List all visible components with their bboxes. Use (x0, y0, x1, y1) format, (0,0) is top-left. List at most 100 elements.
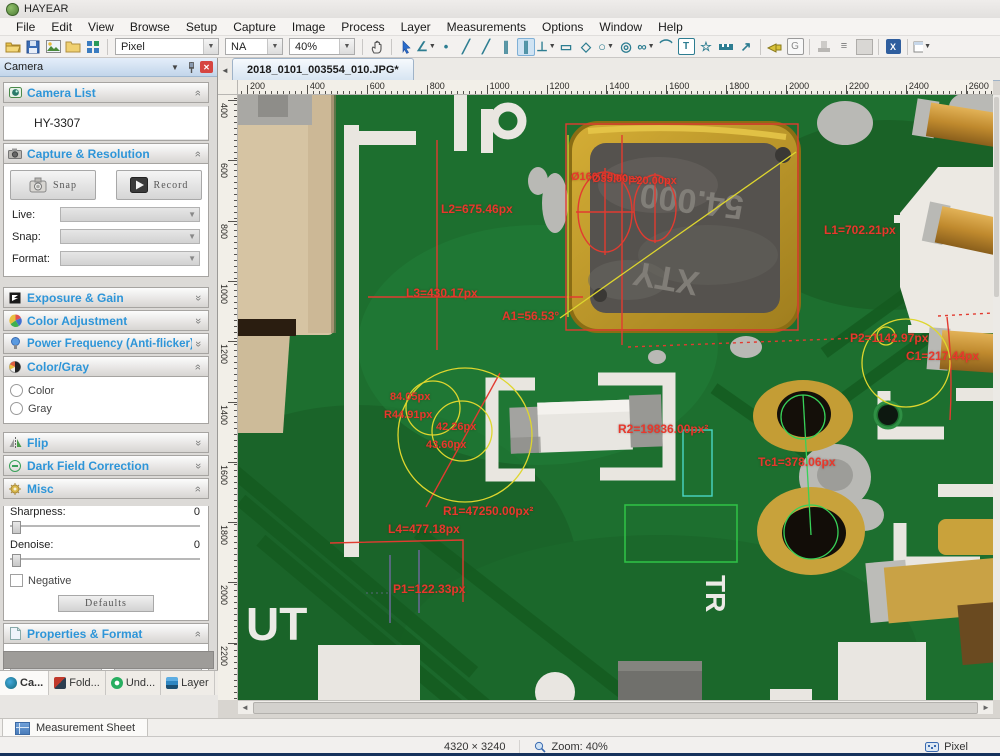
snap-resolution-select[interactable]: ▼ (60, 229, 200, 244)
thumbnail-grid-icon[interactable] (84, 38, 102, 56)
expand-chevron-icon[interactable]: » (192, 338, 204, 350)
expand-chevron-icon[interactable]: » (192, 460, 204, 472)
export-excel-icon[interactable]: X (884, 38, 902, 56)
pan-hand-icon[interactable] (368, 38, 386, 56)
menu-item[interactable]: Options (534, 19, 591, 35)
document-tab[interactable]: 2018_0101_003554_010.JPG* (232, 58, 414, 80)
grid-view-icon[interactable] (855, 38, 873, 56)
denoise-slider-thumb[interactable] (12, 554, 21, 567)
arc-tool-icon[interactable]: ⌒ (657, 38, 675, 56)
negative-checkbox[interactable]: Negative (10, 574, 208, 587)
circle-tool-icon[interactable]: ○▼ (597, 38, 615, 56)
collapse-chevron-icon[interactable]: » (192, 628, 204, 640)
menu-item[interactable]: Browse (122, 19, 178, 35)
section-dark-field[interactable]: Dark Field Correction » (3, 455, 209, 476)
select-tool-icon[interactable] (397, 38, 415, 56)
grid-overlay-icon[interactable]: G (786, 38, 804, 56)
expand-chevron-icon[interactable]: » (192, 315, 204, 327)
new-window-icon[interactable]: ▼ (913, 38, 931, 56)
snap-button[interactable]: Snap (10, 170, 96, 200)
star-tool-icon[interactable]: ☆ (697, 38, 715, 56)
menu-item[interactable]: Layer (393, 19, 439, 35)
section-color-adjustment[interactable]: Color Adjustment » (3, 310, 209, 331)
expand-chevron-icon[interactable]: » (192, 292, 204, 304)
measurement-label[interactable]: L3=430.17px (406, 286, 478, 300)
record-button[interactable]: Record (116, 170, 202, 200)
measurement-label[interactable]: L4=477.18px (388, 522, 460, 536)
expand-chevron-icon[interactable]: » (192, 437, 204, 449)
tab-folders[interactable]: Fold... (49, 671, 106, 695)
measurement-label[interactable]: R44.91px (384, 409, 432, 421)
v-scroll-thumb[interactable] (994, 97, 999, 297)
panel-pin-icon[interactable] (184, 61, 198, 74)
section-capture-resolution[interactable]: Capture & Resolution » (3, 143, 209, 164)
sharpness-slider-thumb[interactable] (12, 521, 21, 534)
measurement-label[interactable]: P1=122.33px (393, 582, 465, 596)
menu-item[interactable]: Process (333, 19, 392, 35)
new-window-caret-icon[interactable]: ▼ (924, 43, 931, 50)
callout-tool-icon[interactable] (766, 38, 784, 56)
scroll-right-icon[interactable]: ► (979, 703, 993, 712)
gray-radio[interactable]: Gray (10, 402, 208, 415)
v-scrollbar[interactable] (993, 95, 1000, 700)
measurement-label[interactable]: =20.00px (630, 175, 677, 187)
tab-undo[interactable]: Und... (106, 671, 161, 695)
arrow-tool-icon[interactable]: ↗ (737, 38, 755, 56)
unit-select[interactable]: Pixel ▼ (115, 38, 219, 55)
menu-item[interactable]: Window (591, 19, 650, 35)
h-scrollbar[interactable]: ◄ ► (238, 700, 993, 714)
menu-item[interactable]: Setup (178, 19, 225, 35)
circle-caret-icon[interactable]: ▼ (607, 43, 614, 50)
live-resolution-select[interactable]: ▼ (60, 207, 200, 222)
magnification-select[interactable]: NA ▼ (225, 38, 283, 55)
section-properties-format[interactable]: Properties & Format » (3, 623, 209, 644)
polygon-tool-icon[interactable]: ◇ (577, 38, 595, 56)
section-flip[interactable]: Flip » (3, 432, 209, 453)
menu-item[interactable]: Measurements (439, 19, 534, 35)
scroll-left-icon[interactable]: ◄ (238, 703, 252, 712)
perpendicular-caret-icon[interactable]: ▼ (549, 43, 556, 50)
section-power-frequency[interactable]: Power Frequency (Anti-flicker) » (3, 333, 209, 354)
perpendicular-tool-icon[interactable]: ⊥▼ (537, 38, 555, 56)
angle-tool-icon[interactable]: ∠▼ (417, 38, 435, 56)
h-scroll-thumb[interactable] (253, 702, 978, 714)
collapse-chevron-icon[interactable]: » (192, 483, 204, 495)
menu-item[interactable]: Capture (225, 19, 284, 35)
tab-camera[interactable]: Ca... (0, 671, 49, 695)
collapse-chevron-icon[interactable]: » (192, 148, 204, 160)
section-camera-list[interactable]: Camera List » (3, 82, 209, 103)
open-file-icon[interactable] (4, 38, 22, 56)
denoise-slider[interactable] (10, 553, 200, 565)
tab-layer[interactable]: Layer (161, 671, 215, 695)
measurement-label[interactable]: R1=47250.00px² (443, 504, 533, 518)
image-canvas[interactable]: UT TR 54.000 XTY (238, 95, 993, 700)
line-tool-icon[interactable]: ╱ (457, 38, 475, 56)
tab-scroll-left-icon[interactable]: ◄ (218, 60, 232, 80)
camera-device-item[interactable]: HY-3307 (4, 106, 208, 140)
section-misc[interactable]: Misc » (3, 478, 209, 499)
measurement-label[interactable]: L2=675.46px (441, 202, 513, 216)
parallel-tool-icon[interactable]: ∥ (497, 38, 515, 56)
menu-item[interactable]: Edit (43, 19, 80, 35)
color-radio[interactable]: Color (10, 384, 208, 397)
sharpness-slider[interactable] (10, 520, 200, 532)
menu-item[interactable]: Image (284, 19, 333, 35)
concentric-circle-tool-icon[interactable]: ◎ (617, 38, 635, 56)
measurement-label[interactable]: 43.60px (426, 439, 466, 451)
fit-width-icon[interactable]: ≡ (835, 38, 853, 56)
format-select[interactable]: ▼ (60, 251, 200, 266)
point-tool-icon[interactable]: • (437, 38, 455, 56)
measurement-label[interactable]: A1=56.53° (502, 309, 559, 323)
measurement-label[interactable]: L1=702.21px (824, 223, 896, 237)
measurement-label[interactable]: C1=217.44px (906, 349, 979, 363)
menu-item[interactable]: Help (650, 19, 691, 35)
text-tool-icon[interactable]: T (677, 38, 695, 56)
linked-circles-caret-icon[interactable]: ▼ (648, 43, 655, 50)
measurement-label[interactable]: 84.05px (390, 391, 430, 403)
measurement-label[interactable]: R2=19836.00px² (618, 422, 708, 436)
panel-close-icon[interactable]: ✕ (200, 61, 213, 73)
collapse-chevron-icon[interactable]: » (192, 361, 204, 373)
caliper-tool-icon[interactable] (717, 38, 735, 56)
defaults-button[interactable]: Defaults (58, 595, 154, 612)
section-exposure-gain[interactable]: Exposure & Gain » (3, 287, 209, 308)
